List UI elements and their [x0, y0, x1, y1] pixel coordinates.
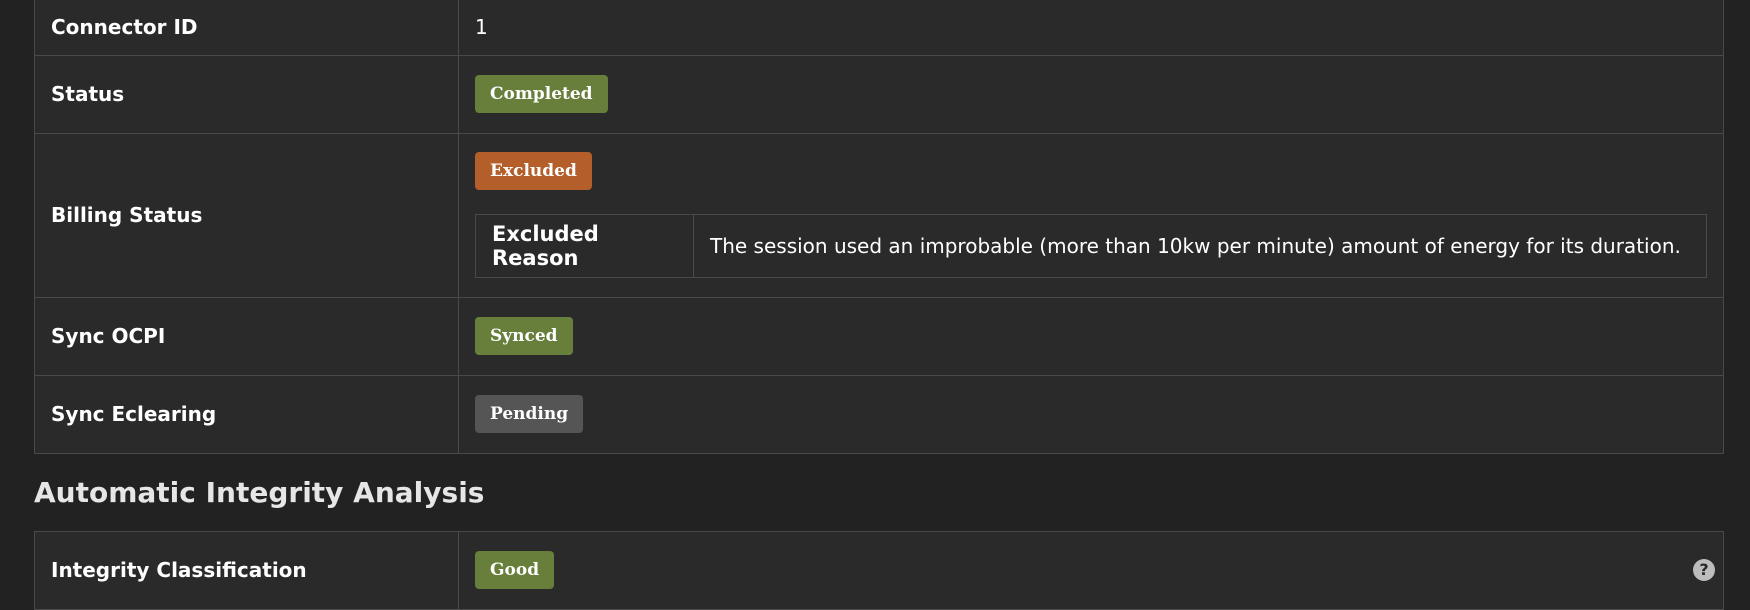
table-row-sync-eclearing: Sync Eclearing Pending: [34, 375, 1724, 454]
integrity-classification-cell: Good ?: [458, 530, 1724, 610]
integrity-section-title: Automatic Integrity Analysis: [34, 475, 485, 509]
excluded-reason-table: Excluded Reason The session used an impr…: [475, 214, 1707, 278]
excluded-reason-label: Excluded Reason: [475, 214, 694, 278]
session-details-table: Connector ID 1 Status Completed Billing …: [34, 0, 1724, 454]
billing-status-badge: Excluded: [475, 152, 592, 190]
excluded-reason-value: The session used an improbable (more tha…: [693, 214, 1707, 278]
sync-ocpi-label: Sync OCPI: [34, 297, 459, 376]
integrity-classification-label: Integrity Classification: [34, 530, 459, 610]
table-row-billing-status: Billing Status Excluded Excluded Reason …: [34, 133, 1724, 298]
connector-id-label: Connector ID: [34, 0, 459, 56]
sync-eclearing-cell: Pending: [458, 375, 1724, 454]
question-circle-icon[interactable]: ?: [1693, 559, 1715, 581]
billing-status-label: Billing Status: [34, 133, 459, 298]
integrity-classification-badge: Good: [475, 551, 555, 589]
sync-ocpi-cell: Synced: [458, 297, 1724, 376]
status-label: Status: [34, 55, 459, 134]
table-row-excluded-reason: Excluded Reason The session used an impr…: [475, 214, 1707, 278]
connector-id-value: 1: [458, 0, 1724, 56]
sync-ocpi-badge: Synced: [475, 317, 573, 355]
table-row-connector-id: Connector ID 1: [34, 0, 1724, 56]
table-row-sync-ocpi: Sync OCPI Synced: [34, 297, 1724, 376]
sync-eclearing-badge: Pending: [475, 395, 584, 433]
status-cell: Completed: [458, 55, 1724, 134]
integrity-table: Integrity Classification Good ?: [34, 530, 1724, 610]
status-badge: Completed: [475, 75, 608, 113]
sync-eclearing-label: Sync Eclearing: [34, 375, 459, 454]
table-row-status: Status Completed: [34, 55, 1724, 134]
session-details-page: Connector ID 1 Status Completed Billing …: [34, 0, 1724, 610]
billing-status-cell: Excluded Excluded Reason The session use…: [458, 133, 1724, 298]
table-row-integrity-classification: Integrity Classification Good ?: [34, 530, 1724, 610]
